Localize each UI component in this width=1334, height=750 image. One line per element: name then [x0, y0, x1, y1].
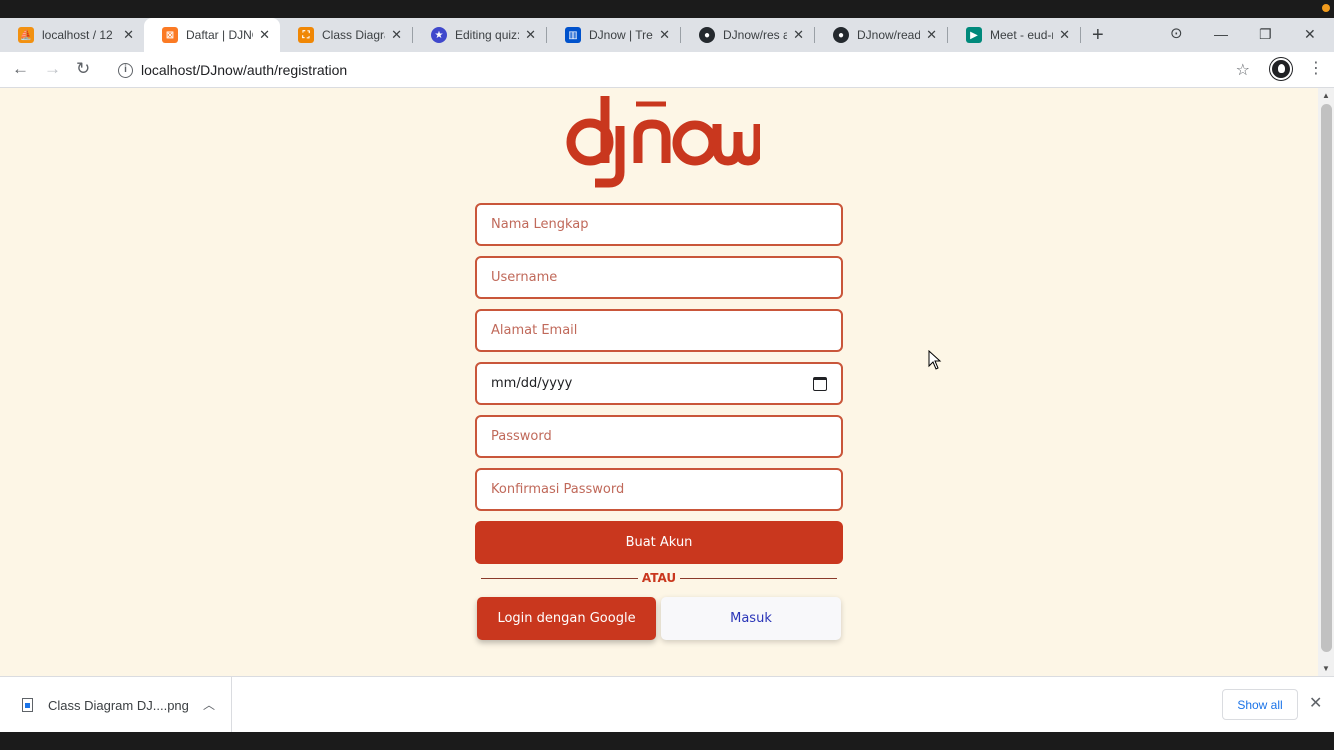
tab-title: Meet - eud-n [990, 28, 1054, 42]
tab-title: Daftar | DJNO [186, 28, 253, 42]
divider-label: ATAU [641, 571, 677, 585]
chevron-up-icon[interactable]: ︿ [203, 696, 215, 713]
page-viewport: mm/dd/yyyy Buat Akun ATAU Login dengan G… [0, 88, 1318, 676]
google-login-button[interactable]: Login dengan Google [477, 597, 656, 640]
back-arrow-icon[interactable]: ← [12, 52, 29, 88]
tab-close-icon[interactable]: ✕ [123, 27, 134, 43]
djnow-logo [566, 96, 760, 188]
browser-menu-icon[interactable]: ⋮ [1308, 52, 1324, 86]
scrollbar-thumb[interactable] [1321, 104, 1332, 652]
calendar-icon[interactable] [813, 376, 827, 391]
forward-arrow-icon[interactable]: → [44, 52, 61, 88]
birthdate-field[interactable]: mm/dd/yyyy [475, 362, 843, 405]
tab-editing-quiz[interactable]: ★ Editing quiz: ✕ [413, 18, 546, 52]
meet-icon: ▶ [966, 27, 982, 43]
date-input-value[interactable]: mm/dd/yyyy [491, 376, 813, 391]
tab-search-icon[interactable]: ⊙ [1170, 18, 1183, 52]
tab-github-readme[interactable]: ● DJnow/readm ✕ [815, 18, 947, 52]
tab-daftar[interactable]: ⊠ Daftar | DJNO ✕ [144, 18, 280, 52]
tab-strip: ⛵ localhost / 12 ✕ ⊠ Daftar | DJNO ✕ ⛶ C… [0, 18, 1334, 52]
close-downloads-icon[interactable]: ✕ [1309, 693, 1322, 713]
phpmyadmin-icon: ⛵ [18, 27, 34, 43]
email-input[interactable] [491, 323, 827, 338]
xampp-icon: ⊠ [162, 27, 178, 43]
trello-icon: ▥ [565, 27, 581, 43]
page-scrollbar[interactable]: ▲ ▼ [1318, 88, 1334, 676]
tab-title: DJnow/readm [857, 28, 921, 42]
username-field[interactable] [475, 256, 843, 299]
github-icon: ● [833, 27, 849, 43]
confirm-password-field[interactable] [475, 468, 843, 511]
recording-indicator [1322, 4, 1330, 12]
confirm-password-input[interactable] [491, 482, 827, 497]
show-all-button[interactable]: Show all [1222, 689, 1298, 720]
username-input[interactable] [491, 270, 827, 285]
screen-bottom-bar [0, 732, 1334, 750]
tab-close-icon[interactable]: ✕ [793, 27, 804, 43]
minimize-button[interactable]: — [1214, 18, 1228, 52]
tab-github-res[interactable]: ● DJnow/res at ✕ [681, 18, 814, 52]
new-tab-button[interactable]: + [1092, 18, 1104, 52]
login-button[interactable]: Masuk [661, 597, 841, 640]
github-icon: ● [699, 27, 715, 43]
drawio-icon: ⛶ [298, 27, 314, 43]
mouse-cursor-icon [928, 350, 942, 370]
tab-title: localhost / 12 [42, 28, 113, 42]
tab-close-icon[interactable]: ✕ [259, 27, 270, 43]
tab-close-icon[interactable]: ✕ [391, 27, 402, 43]
image-file-icon [22, 698, 33, 712]
create-account-button[interactable]: Buat Akun [475, 521, 843, 564]
tab-phpmyadmin[interactable]: ⛵ localhost / 12 ✕ [0, 18, 144, 52]
tab-title: DJnow/res at [723, 28, 788, 42]
download-file-name: Class Diagram DJ....png [48, 697, 189, 713]
url-text: localhost/DJnow/auth/registration [141, 62, 348, 78]
scroll-down-icon[interactable]: ▼ [1322, 664, 1330, 673]
downloads-bar: Class Diagram DJ....png ︿ Show all ✕ [0, 676, 1334, 733]
tab-title: Class Diagram [322, 28, 385, 42]
bookmark-star-icon[interactable]: ☆ [1236, 60, 1250, 80]
tab-title: Editing quiz: [455, 28, 520, 42]
tab-trello[interactable]: ▥ DJnow | Trello ✕ [547, 18, 680, 52]
site-info-icon[interactable]: i [118, 62, 133, 78]
divider-line [481, 577, 638, 579]
quiz-icon: ★ [431, 27, 447, 43]
or-divider: ATAU [481, 570, 837, 586]
browser-toolbar: ← → ↻ i localhost/DJnow/auth/registratio… [0, 52, 1334, 88]
tab-separator [1080, 27, 1081, 43]
download-item[interactable]: Class Diagram DJ....png ︿ [0, 677, 232, 733]
reload-icon[interactable]: ↻ [76, 52, 90, 88]
scroll-up-icon[interactable]: ▲ [1322, 91, 1330, 100]
email-field[interactable] [475, 309, 843, 352]
restore-button[interactable]: ❐ [1259, 18, 1272, 52]
divider-line [680, 577, 837, 579]
tab-meet[interactable]: ▶ Meet - eud-n ✕ [948, 18, 1080, 52]
screen-top-bar [0, 0, 1334, 18]
full-name-field[interactable] [475, 203, 843, 246]
tab-title: DJnow | Trello [589, 28, 653, 42]
password-field[interactable] [475, 415, 843, 458]
tab-class-diagram[interactable]: ⛶ Class Diagram ✕ [280, 18, 412, 52]
close-window-button[interactable]: ✕ [1304, 18, 1316, 52]
address-bar[interactable]: i localhost/DJnow/auth/registration ☆ [106, 55, 1264, 85]
full-name-input[interactable] [491, 217, 827, 232]
tab-close-icon[interactable]: ✕ [659, 27, 670, 43]
password-input[interactable] [491, 429, 827, 444]
tab-close-icon[interactable]: ✕ [1059, 27, 1070, 43]
tab-close-icon[interactable]: ✕ [525, 27, 536, 43]
profile-avatar-icon[interactable] [1270, 58, 1292, 80]
tab-close-icon[interactable]: ✕ [926, 27, 937, 43]
